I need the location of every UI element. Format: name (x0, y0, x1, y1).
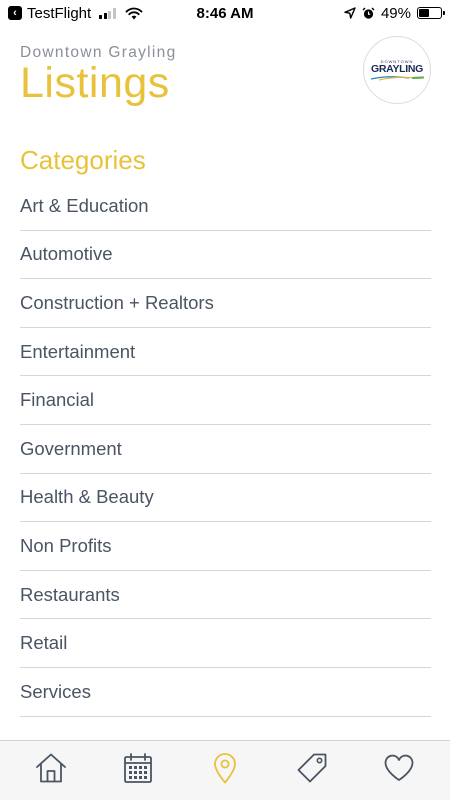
category-art-education[interactable]: Art & Education (20, 182, 431, 231)
logo-main-text: GRAYLING (370, 63, 424, 76)
home-icon (35, 753, 66, 782)
battery-icon (417, 7, 445, 19)
battery-percent: 49% (380, 4, 411, 22)
categories-list: Art & Education Automotive Construction … (20, 182, 431, 717)
status-left: ‹ TestFlight (8, 5, 143, 22)
tab-calendar[interactable] (108, 744, 168, 792)
category-services[interactable]: Services (20, 668, 431, 717)
location-arrow-icon (344, 7, 356, 19)
downtown-grayling-logo: DOWNTOWN GRAYLING (363, 36, 431, 104)
category-non-profits[interactable]: Non Profits (20, 522, 431, 571)
signal-strength-icon (99, 7, 116, 19)
category-government[interactable]: Government (20, 425, 431, 474)
category-financial[interactable]: Financial (20, 376, 431, 425)
heart-icon (384, 754, 414, 781)
status-bar: ‹ TestFlight 8:46 AM 49% (0, 0, 450, 26)
tab-favorites[interactable] (369, 744, 429, 792)
tab-locations[interactable] (195, 744, 255, 792)
back-to-app-label[interactable]: TestFlight (27, 5, 91, 22)
back-chevron-icon[interactable]: ‹ (8, 6, 22, 20)
category-automotive[interactable]: Automotive (20, 231, 431, 280)
tab-home[interactable] (21, 744, 81, 792)
map-pin-icon (214, 752, 236, 783)
price-tag-icon (297, 753, 327, 782)
bottom-tab-bar (0, 740, 450, 800)
alarm-clock-icon (362, 7, 375, 19)
logo-swoosh-icon (370, 75, 425, 81)
tab-deals[interactable] (282, 744, 342, 792)
category-restaurants[interactable]: Restaurants (20, 571, 431, 620)
category-health-beauty[interactable]: Health & Beauty (20, 474, 431, 523)
calendar-icon (123, 752, 152, 783)
category-construction-realtors[interactable]: Construction + Realtors (20, 279, 431, 328)
wifi-icon (125, 7, 143, 19)
categories-section: Categories Art & Education Automotive Co… (20, 145, 431, 717)
status-right: 49% (344, 4, 445, 22)
category-entertainment[interactable]: Entertainment (20, 328, 431, 377)
categories-title: Categories (20, 145, 146, 175)
category-retail[interactable]: Retail (20, 619, 431, 668)
